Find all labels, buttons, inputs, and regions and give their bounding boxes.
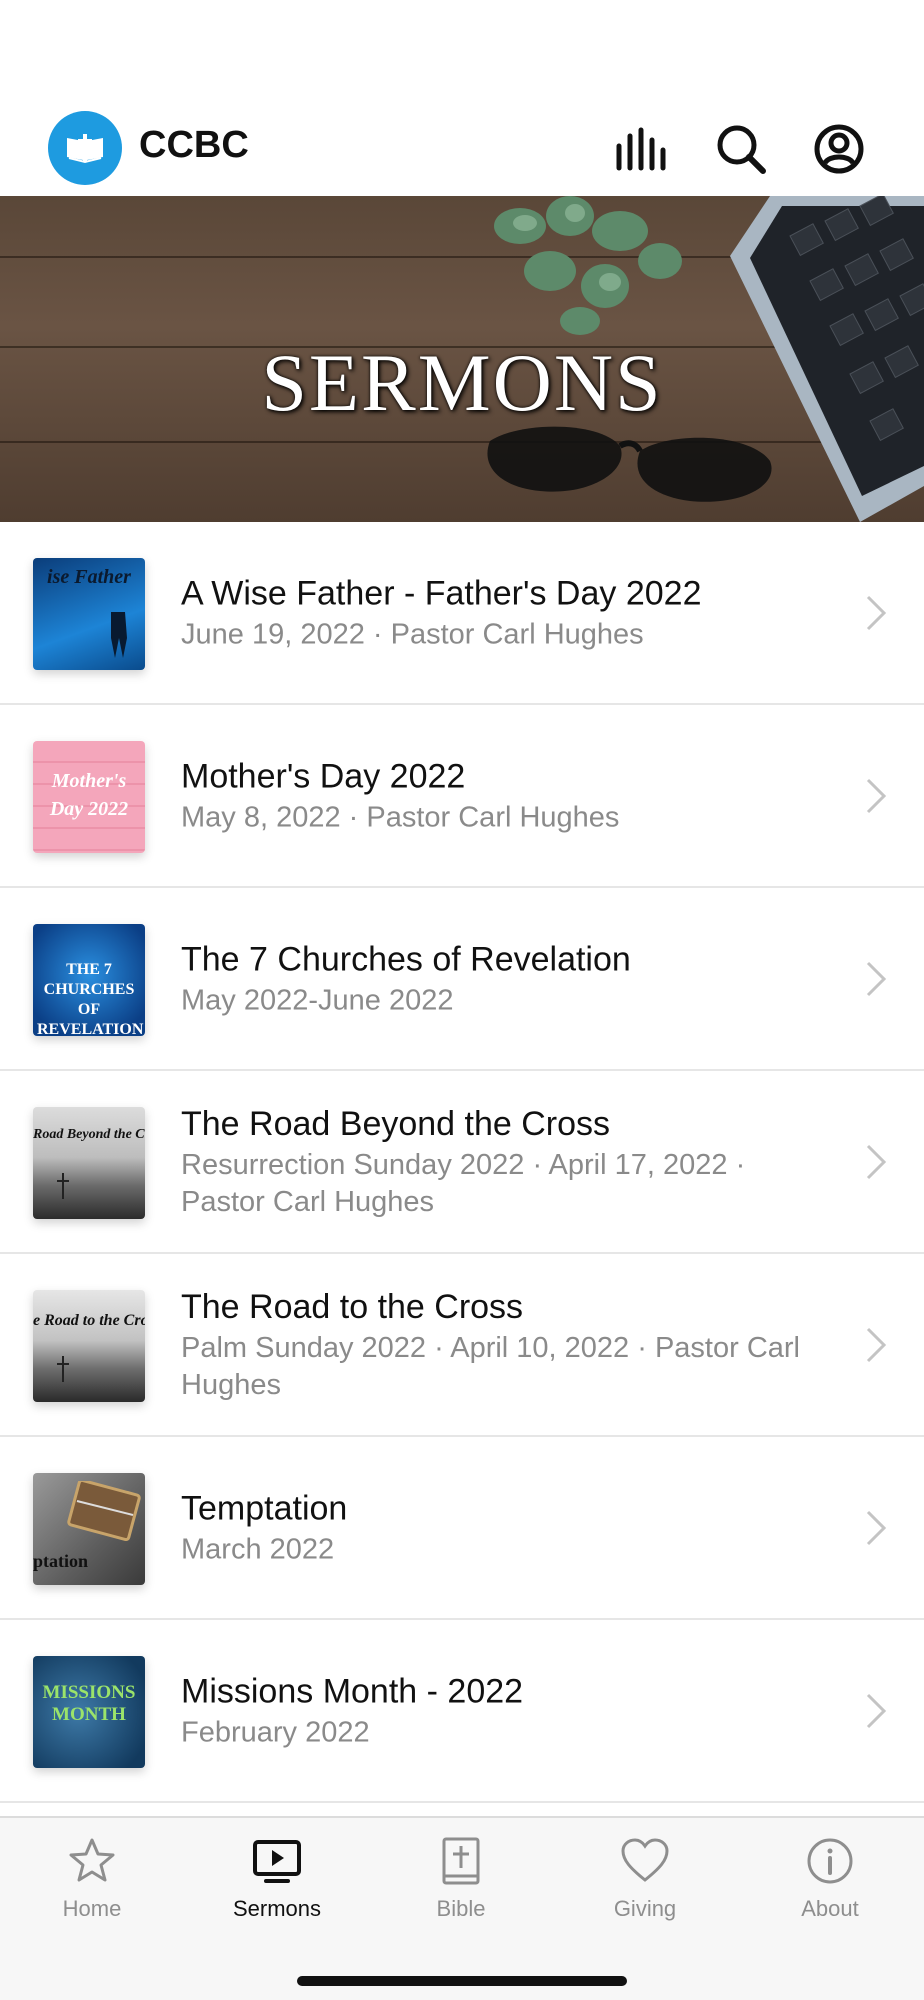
audio-bars-icon[interactable] bbox=[614, 122, 668, 176]
sermon-title: The Road to the Cross bbox=[181, 1287, 524, 1326]
tab-sermons[interactable]: Sermons bbox=[202, 1836, 352, 1946]
thumbnail-caption: THE 7 CHURCHES OF REVELATION bbox=[37, 961, 144, 1036]
sermon-title: The 7 Churches of Revelation bbox=[181, 940, 631, 978]
sermon-thumbnail: Road Beyond the Cross bbox=[33, 1107, 145, 1219]
tab-home[interactable]: Home bbox=[17, 1836, 167, 1946]
sermon-title: Missions Month - 2022 bbox=[181, 1672, 524, 1710]
sermon-row[interactable]: THE 7 CHURCHES OF REVELATION The 7 Churc… bbox=[0, 888, 924, 1071]
sermon-subtitle: March 2022 bbox=[181, 1533, 335, 1565]
sermon-thumbnail: ptation bbox=[33, 1473, 145, 1585]
sermon-thumbnail: Mother's Day 2022 bbox=[33, 741, 145, 853]
tab-giving[interactable]: Giving bbox=[570, 1836, 720, 1946]
banner-title: SERMONS bbox=[261, 337, 663, 428]
thumbnail-caption: MISSIONS MONTH bbox=[42, 1682, 136, 1725]
sermon-subtitle: June 19, 2022 · Pastor Carl Hughes bbox=[181, 618, 644, 650]
thumbnail-caption: Road Beyond the Cross bbox=[33, 1127, 145, 1142]
plant-decoration bbox=[494, 196, 682, 335]
thumbnail-caption: ise Father bbox=[47, 566, 131, 588]
tab-bar: Home Sermons Bible Giving About bbox=[0, 1816, 924, 2000]
top-bar: CCBC bbox=[0, 100, 924, 196]
chevron-right-icon bbox=[866, 595, 887, 630]
home-indicator[interactable] bbox=[297, 1976, 627, 1986]
bible-icon bbox=[442, 1837, 480, 1885]
tab-label: About bbox=[801, 1896, 859, 1921]
sermon-title: Temptation bbox=[181, 1489, 348, 1527]
heart-icon bbox=[621, 1838, 669, 1882]
sermon-subtitle: Resurrection Sunday 2022 · April 17, 202… bbox=[181, 1148, 746, 1218]
tab-label: Sermons bbox=[232, 1896, 322, 1921]
sermon-row[interactable]: ptation Temptation March 2022 bbox=[0, 1437, 924, 1620]
chevron-right-icon bbox=[866, 1693, 887, 1728]
sermon-row[interactable]: MISSIONS MONTH Missions Month - 2022 Feb… bbox=[0, 1620, 924, 1803]
tab-label: Home bbox=[62, 1896, 122, 1921]
account-icon[interactable] bbox=[812, 122, 866, 176]
sermons-banner: SERMONS bbox=[0, 196, 924, 522]
sermon-subtitle: May 8, 2022 · Pastor Carl Hughes bbox=[181, 801, 620, 833]
sermon-title: A Wise Father - Father's Day 2022 bbox=[181, 574, 702, 612]
chevron-right-icon bbox=[866, 1327, 887, 1362]
sermon-subtitle: February 2022 bbox=[181, 1716, 370, 1748]
thumbnail-caption: e Road to the Cross bbox=[33, 1312, 145, 1329]
chevron-right-icon bbox=[866, 778, 887, 813]
info-icon bbox=[807, 1838, 853, 1884]
app-title: CCBC bbox=[139, 124, 249, 166]
thumbnail-caption: Mother's Day 2022 bbox=[49, 770, 129, 820]
sermon-row[interactable]: Road Beyond the Cross The Road Beyond th… bbox=[0, 1071, 924, 1254]
bible-logo-icon bbox=[67, 134, 103, 164]
sermon-subtitle: Palm Sunday 2022 · April 10, 2022 · Past… bbox=[181, 1331, 800, 1401]
sermon-thumbnail: THE 7 CHURCHES OF REVELATION bbox=[33, 924, 145, 1036]
sermon-list: ise Father A Wise Father - Father's Day … bbox=[0, 522, 924, 1803]
star-icon bbox=[69, 1838, 115, 1882]
chevron-right-icon bbox=[866, 1144, 887, 1179]
sermon-thumbnail: MISSIONS MONTH bbox=[33, 1656, 145, 1768]
sermon-row[interactable]: ise Father A Wise Father - Father's Day … bbox=[0, 522, 924, 705]
tv-play-icon bbox=[253, 1840, 301, 1883]
sermon-thumbnail: ise Father bbox=[33, 558, 145, 670]
app-root: CCBC SERMONS ise Father A Wise Father - … bbox=[0, 0, 924, 2000]
sermon-title: Mother's Day 2022 bbox=[181, 757, 466, 795]
sermon-title: The Road Beyond the Cross bbox=[181, 1104, 611, 1143]
church-logo[interactable] bbox=[48, 111, 122, 185]
tab-label: Giving bbox=[613, 1896, 677, 1921]
tab-bible[interactable]: Bible bbox=[386, 1836, 536, 1946]
sermon-subtitle: May 2022-June 2022 bbox=[181, 984, 454, 1016]
sermon-row[interactable]: Mother's Day 2022 Mother's Day 2022 May … bbox=[0, 705, 924, 888]
chevron-right-icon bbox=[866, 1510, 887, 1545]
sermon-thumbnail: e Road to the Cross bbox=[33, 1290, 145, 1402]
chevron-right-icon bbox=[866, 961, 887, 996]
search-icon[interactable] bbox=[714, 122, 768, 176]
sermon-row[interactable]: e Road to the Cross The Road to the Cros… bbox=[0, 1254, 924, 1437]
tab-about[interactable]: About bbox=[755, 1836, 905, 1946]
thumbnail-caption: ptation bbox=[33, 1551, 89, 1571]
tab-label: Bible bbox=[436, 1896, 486, 1921]
